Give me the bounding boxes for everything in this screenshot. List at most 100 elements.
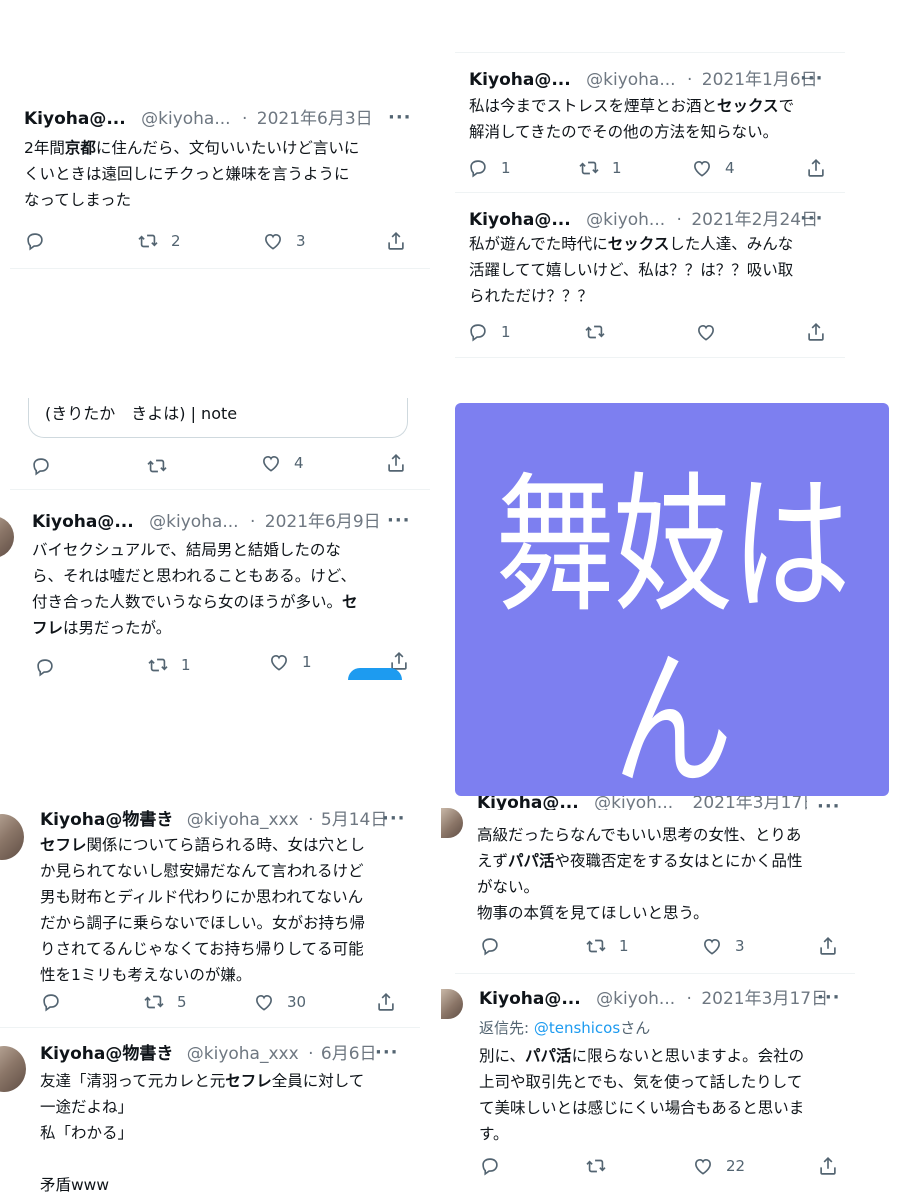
- link-card-title: (きりたか きよは) | note: [45, 404, 238, 423]
- tweet-header: Kiyoha@物書き @kiyoha_xxx · 5月14日: [40, 810, 387, 830]
- tweet-header: Kiyoha@... @kiyoh... · 2021年2月24日: [469, 210, 818, 230]
- more-icon[interactable]: ···: [388, 107, 412, 128]
- retweet-button[interactable]: 1: [578, 157, 622, 179]
- share-button[interactable]: [385, 230, 407, 252]
- share-button[interactable]: [385, 452, 407, 474]
- reply-button[interactable]: [24, 230, 58, 252]
- author-handle[interactable]: @kiyoha_xxx: [187, 1044, 299, 1064]
- retweet-button[interactable]: 1: [585, 935, 629, 957]
- author-handle[interactable]: @kiyoha_xxx: [187, 810, 299, 830]
- share-button[interactable]: [817, 935, 839, 957]
- like-button[interactable]: 30: [253, 991, 306, 1013]
- reply-button[interactable]: [34, 656, 56, 678]
- retweet-count: 1: [181, 656, 191, 674]
- author-name[interactable]: Kiyoha@...: [479, 989, 581, 1009]
- tweet-card[interactable]: Kiyoha@物書き @kiyoha_xxx · 5月14日 ··· セフレ関係…: [0, 800, 420, 1028]
- like-button[interactable]: 22: [692, 1155, 745, 1177]
- retweet-count: 5: [177, 993, 187, 1011]
- reply-icon: [40, 991, 62, 1013]
- share-button[interactable]: [375, 991, 397, 1013]
- author-name[interactable]: Kiyoha@...: [469, 210, 571, 230]
- tweet-card[interactable]: Kiyoha@... @kiyoha... · 2021年6月3日 ··· 2年…: [10, 95, 430, 269]
- retweet-button[interactable]: [585, 1155, 607, 1177]
- header-separator: ·: [686, 70, 693, 90]
- image-panel: 舞妓はん: [455, 403, 889, 809]
- share-icon: [817, 935, 839, 957]
- tweet-card[interactable]: Kiyoha@... @kiyoh... 2021年3月17日 ··· 高級だっ…: [441, 796, 855, 974]
- author-name[interactable]: Kiyoha@物書き: [40, 1044, 173, 1064]
- tweet-text: 2年間京都に住んだら、文句いいたいけど言いに くいときは遠回しにチクっと嫌味を言…: [24, 139, 360, 209]
- like-button[interactable]: 3: [701, 935, 745, 957]
- reply-button[interactable]: 1: [467, 321, 511, 343]
- like-count: 30: [287, 993, 307, 1011]
- avatar[interactable]: [0, 1046, 26, 1092]
- like-button[interactable]: 1: [268, 651, 312, 673]
- tweet-header: Kiyoha@... @kiyoha... · 2021年6月9日: [32, 512, 381, 532]
- divider: [10, 268, 430, 269]
- author-handle[interactable]: @kiyoha...: [149, 512, 238, 532]
- share-button[interactable]: [805, 321, 827, 343]
- more-icon[interactable]: ···: [817, 796, 841, 817]
- reply-button[interactable]: [479, 935, 501, 957]
- reply-button[interactable]: [479, 1155, 501, 1177]
- link-card[interactable]: (きりたか きよは) | note: [28, 398, 408, 438]
- retweet-count: 2: [171, 232, 181, 250]
- tweet-card[interactable]: Kiyoha@... @kiyoh... · 2021年3月17日 ··· 返信…: [441, 975, 855, 1200]
- tweet-date[interactable]: 2021年6月3日: [257, 109, 373, 129]
- tweet-card[interactable]: Kiyoha@物書き @kiyoha_xxx · 6月6日 ··· 友達「清羽っ…: [0, 1032, 420, 1200]
- tweet-date[interactable]: 2021年6月9日: [265, 512, 381, 532]
- retweet-button[interactable]: 2: [137, 230, 181, 252]
- like-button[interactable]: [695, 321, 717, 343]
- author-name[interactable]: Kiyoha@...: [32, 512, 134, 532]
- avatar[interactable]: [441, 989, 463, 1019]
- new-tweet-button[interactable]: [348, 668, 402, 680]
- more-icon[interactable]: ···: [387, 510, 411, 531]
- tweet-card[interactable]: Kiyoha@... @kiyoha... · 2021年6月9日 ··· バイ…: [0, 500, 420, 690]
- divider: [10, 489, 430, 490]
- author-name[interactable]: Kiyoha@...: [24, 109, 126, 129]
- retweet-button[interactable]: [584, 321, 606, 343]
- more-icon[interactable]: ···: [800, 208, 824, 229]
- image-text: 舞妓はん: [495, 460, 851, 809]
- share-button[interactable]: [817, 1155, 839, 1177]
- like-icon: [691, 157, 713, 179]
- more-icon[interactable]: ···: [375, 1042, 399, 1063]
- tweet-header: Kiyoha@... @kiyoh... · 2021年3月17日: [479, 989, 828, 1009]
- reply-button[interactable]: [30, 455, 52, 477]
- retweet-button[interactable]: [146, 455, 168, 477]
- author-name[interactable]: Kiyoha@...: [469, 70, 571, 90]
- avatar[interactable]: [0, 516, 14, 558]
- tweet-date[interactable]: 2021年3月17日: [701, 989, 828, 1009]
- author-name[interactable]: Kiyoha@...: [477, 796, 579, 810]
- author-handle[interactable]: @kiyoh...: [594, 796, 673, 810]
- author-handle[interactable]: @kiyoha...: [141, 109, 230, 129]
- share-button[interactable]: [805, 157, 827, 179]
- reply-to-mention[interactable]: @tenshicos: [534, 1019, 620, 1037]
- retweet-button[interactable]: 1: [147, 654, 191, 676]
- author-name[interactable]: Kiyoha@物書き: [40, 810, 173, 830]
- author-handle[interactable]: @kiyoh...: [586, 210, 665, 230]
- tweet-date[interactable]: 6月6日: [321, 1044, 377, 1064]
- retweet-icon: [143, 991, 165, 1013]
- reply-button[interactable]: [40, 991, 62, 1013]
- author-handle[interactable]: @kiyoha...: [586, 70, 675, 90]
- like-button[interactable]: 3: [262, 230, 306, 252]
- tweet-card[interactable]: Kiyoha@... @kiyoh... · 2021年2月24日 ··· 私が…: [455, 195, 845, 358]
- author-handle[interactable]: @kiyoh...: [596, 989, 675, 1009]
- like-button[interactable]: 4: [260, 452, 304, 474]
- more-icon[interactable]: ···: [382, 808, 406, 829]
- tweet-card[interactable]: Kiyoha@... @kiyoha... · 2021年1月6日 ··· 私は…: [455, 53, 845, 193]
- reply-button[interactable]: 1: [467, 157, 511, 179]
- tweet-date[interactable]: 2021年3月17日: [693, 796, 807, 810]
- tweet-date[interactable]: 5月14日: [321, 810, 387, 830]
- more-icon[interactable]: ···: [817, 987, 841, 1008]
- tweet-text: 私は今までストレスを煙草とお酒とセックスで 解消してきたのでその他の方法を知らな…: [469, 97, 795, 141]
- like-button[interactable]: 4: [691, 157, 735, 179]
- tweet-card[interactable]: (きりたか きよは) | note 4: [10, 398, 430, 490]
- reply-count: 1: [501, 323, 511, 341]
- retweet-button[interactable]: 5: [143, 991, 187, 1013]
- divider: [455, 973, 855, 974]
- avatar[interactable]: [0, 814, 24, 860]
- avatar[interactable]: [441, 808, 463, 838]
- more-icon[interactable]: ···: [800, 68, 824, 89]
